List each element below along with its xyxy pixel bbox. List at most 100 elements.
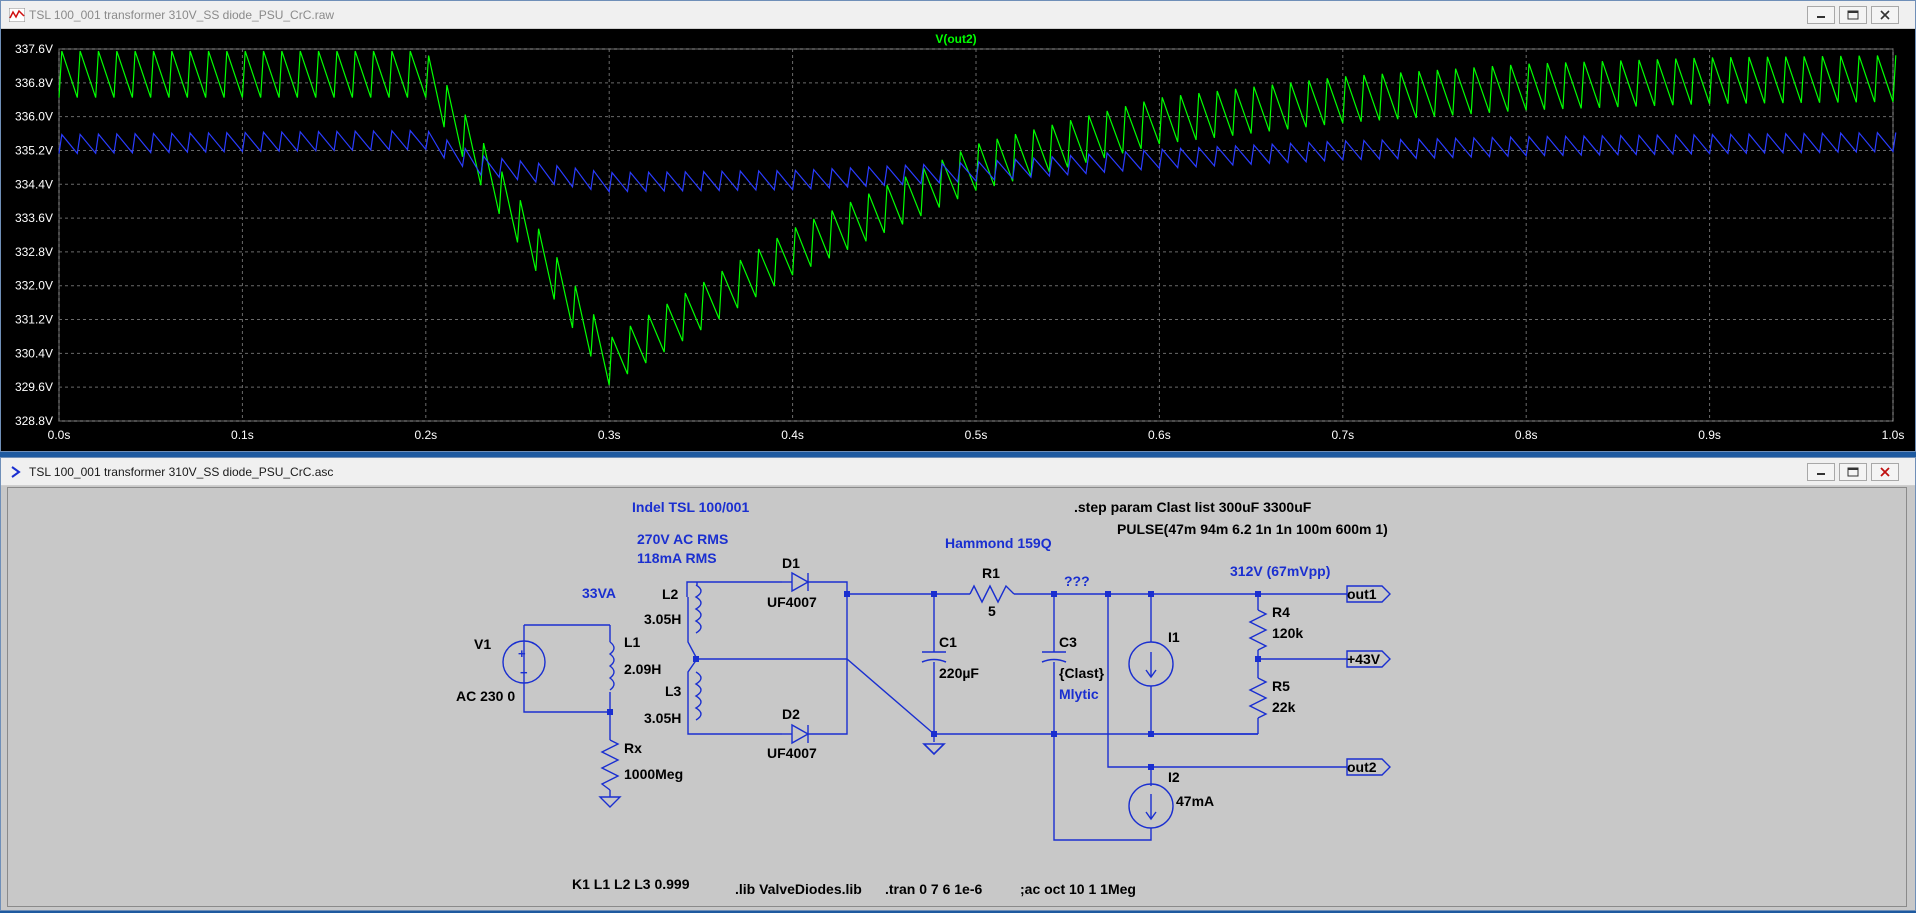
d2-diode-icon[interactable]: [782, 723, 832, 745]
c3-type[interactable]: Mlytic: [1059, 686, 1099, 702]
l2-value[interactable]: 3.05H: [644, 611, 681, 627]
minimize-button[interactable]: [1807, 463, 1835, 481]
schematic-canvas[interactable]: + − Indel TSL 100/001 .step param Clast …: [7, 487, 1907, 907]
d1-model[interactable]: UF4007: [767, 594, 817, 610]
schematic-drawing[interactable]: + − Indel TSL 100/001 .step param Clast …: [8, 488, 1906, 906]
close-icon: [1880, 10, 1890, 20]
maximize-button[interactable]: [1839, 463, 1867, 481]
l1-value[interactable]: 2.09H: [624, 661, 661, 677]
r5-resistor-icon[interactable]: [1248, 677, 1268, 719]
i1-label[interactable]: I1: [1168, 629, 1180, 645]
restore-icon: [1847, 10, 1859, 20]
out2-label[interactable]: out2: [1347, 759, 1377, 775]
minimize-icon: [1817, 473, 1825, 475]
r5-value[interactable]: 22k: [1272, 699, 1296, 715]
i2-current-source-icon[interactable]: [1128, 783, 1174, 829]
r1-resistor-icon[interactable]: [969, 584, 1015, 604]
close-button[interactable]: [1871, 463, 1899, 481]
schematic-window[interactable]: TSL 100_001 transformer 310V_SS diode_PS…: [0, 457, 1916, 911]
c3-label[interactable]: C3: [1059, 634, 1077, 650]
waveform-window[interactable]: TSL 100_001 transformer 310V_SS diode_PS…: [0, 0, 1916, 452]
l3-value[interactable]: 3.05H: [644, 710, 681, 726]
maximize-button[interactable]: [1839, 6, 1867, 24]
y-tick-label: 336.8V: [15, 76, 53, 90]
y-tick-label: 330.4V: [15, 346, 53, 360]
lib-directive[interactable]: .lib ValveDiodes.lib: [735, 881, 862, 897]
schematic-window-title: TSL 100_001 transformer 310V_SS diode_PS…: [29, 465, 334, 479]
x-tick-label: 0.8s: [1515, 428, 1538, 442]
y-tick-label: 332.0V: [15, 279, 53, 293]
r4-label[interactable]: R4: [1272, 604, 1290, 620]
c3-value[interactable]: {Clast}: [1059, 665, 1105, 681]
schematic-app-icon: [11, 466, 21, 478]
l3-inductor-icon[interactable]: [687, 658, 702, 722]
out1-label[interactable]: out1: [1347, 586, 1377, 602]
c1-value[interactable]: 220µF: [939, 665, 979, 681]
y-tick-label: 337.6V: [15, 42, 53, 56]
minimize-button[interactable]: [1807, 6, 1835, 24]
r4-resistor-icon[interactable]: [1248, 609, 1268, 651]
d2-label[interactable]: D2: [782, 706, 800, 722]
schematic-titlebar[interactable]: TSL 100_001 transformer 310V_SS diode_PS…: [1, 458, 1915, 486]
y-tick-label: 328.8V: [15, 414, 53, 428]
x-tick-label: 1.0s: [1882, 428, 1905, 442]
waveform-chart[interactable]: 337.6V 336.8V 336.0V 335.2V 334.4V 333.6V 332.…: [1, 29, 1915, 451]
minimize-icon: [1817, 16, 1825, 18]
l2-inductor-icon[interactable]: [687, 584, 702, 660]
c3-capacitor-icon[interactable]: [1041, 651, 1067, 663]
y-tick-label: 333.6V: [15, 211, 53, 225]
x-tick-label: 0.7s: [1331, 428, 1354, 442]
r1-label[interactable]: R1: [982, 565, 1000, 581]
rx-value[interactable]: 1000Meg: [624, 766, 683, 782]
x-tick-label: 0.5s: [965, 428, 988, 442]
y-tick-label: 331.2V: [15, 313, 53, 327]
step-directive[interactable]: .step param Clast list 300uF 3300uF: [1074, 499, 1312, 515]
l1-inductor-icon[interactable]: [608, 641, 615, 691]
i2-label[interactable]: I2: [1168, 769, 1180, 785]
waveform-titlebar[interactable]: TSL 100_001 transformer 310V_SS diode_PS…: [1, 1, 1915, 29]
rx-label[interactable]: Rx: [624, 740, 642, 756]
svg-text:−: −: [520, 665, 528, 680]
d2-model[interactable]: UF4007: [767, 745, 817, 761]
v1-value[interactable]: AC 230 0: [456, 688, 515, 704]
x-tick-label: 0.4s: [781, 428, 804, 442]
x-tick-label: 0.9s: [1698, 428, 1721, 442]
ac-directive[interactable]: ;ac oct 10 1 1Meg: [1020, 881, 1136, 897]
secondary-current-label[interactable]: 118mA RMS: [637, 550, 717, 566]
i1-current-source-icon[interactable]: [1128, 641, 1174, 687]
r5-label[interactable]: R5: [1272, 678, 1290, 694]
rx-resistor-icon[interactable]: [598, 739, 622, 808]
trace-label: V(out2): [935, 32, 976, 46]
choke-label[interactable]: Hammond 159Q: [945, 535, 1052, 551]
i2-value[interactable]: 47mA: [1176, 793, 1214, 809]
close-button[interactable]: [1871, 6, 1899, 24]
x-tick-label: 0.1s: [231, 428, 254, 442]
l3-label[interactable]: L3: [665, 683, 682, 699]
r1-value[interactable]: 5: [988, 603, 996, 619]
d1-label[interactable]: D1: [782, 555, 800, 571]
tran-directive[interactable]: .tran 0 7 6 1e-6: [885, 881, 982, 897]
v1-label[interactable]: V1: [474, 636, 491, 652]
l1-label[interactable]: L1: [624, 634, 641, 650]
pulse-directive[interactable]: PULSE(47m 94m 6.2 1n 1n 100m 600m 1): [1117, 521, 1388, 537]
va-rating-label[interactable]: 33VA: [582, 585, 616, 601]
waveform-app-icon: [9, 8, 25, 22]
waveform-plot-area[interactable]: 337.6V 336.8V 336.0V 335.2V 334.4V 333.6V 332.…: [1, 29, 1915, 451]
svg-text:+: +: [518, 646, 526, 661]
y-tick-label: 332.8V: [15, 245, 53, 259]
unknown-node-label[interactable]: ???: [1064, 573, 1090, 589]
l2-label[interactable]: L2: [662, 586, 679, 602]
output-voltage-label[interactable]: 312V (67mVpp): [1230, 563, 1330, 579]
close-icon: [1880, 467, 1890, 477]
c1-label[interactable]: C1: [939, 634, 957, 650]
restore-icon: [1847, 467, 1859, 477]
y-tick-label: 329.6V: [15, 380, 53, 394]
coupling-directive[interactable]: K1 L1 L2 L3 0.999: [572, 876, 690, 892]
waveform-window-title: TSL 100_001 transformer 310V_SS diode_PS…: [29, 8, 335, 22]
secondary-voltage-label[interactable]: 270V AC RMS: [637, 531, 728, 547]
r4-value[interactable]: 120k: [1272, 625, 1303, 641]
x-tick-label: 0.3s: [598, 428, 621, 442]
transformer-label[interactable]: Indel TSL 100/001: [632, 499, 749, 515]
plus43-label[interactable]: +43V: [1347, 651, 1381, 667]
d1-diode-icon[interactable]: [782, 571, 832, 593]
